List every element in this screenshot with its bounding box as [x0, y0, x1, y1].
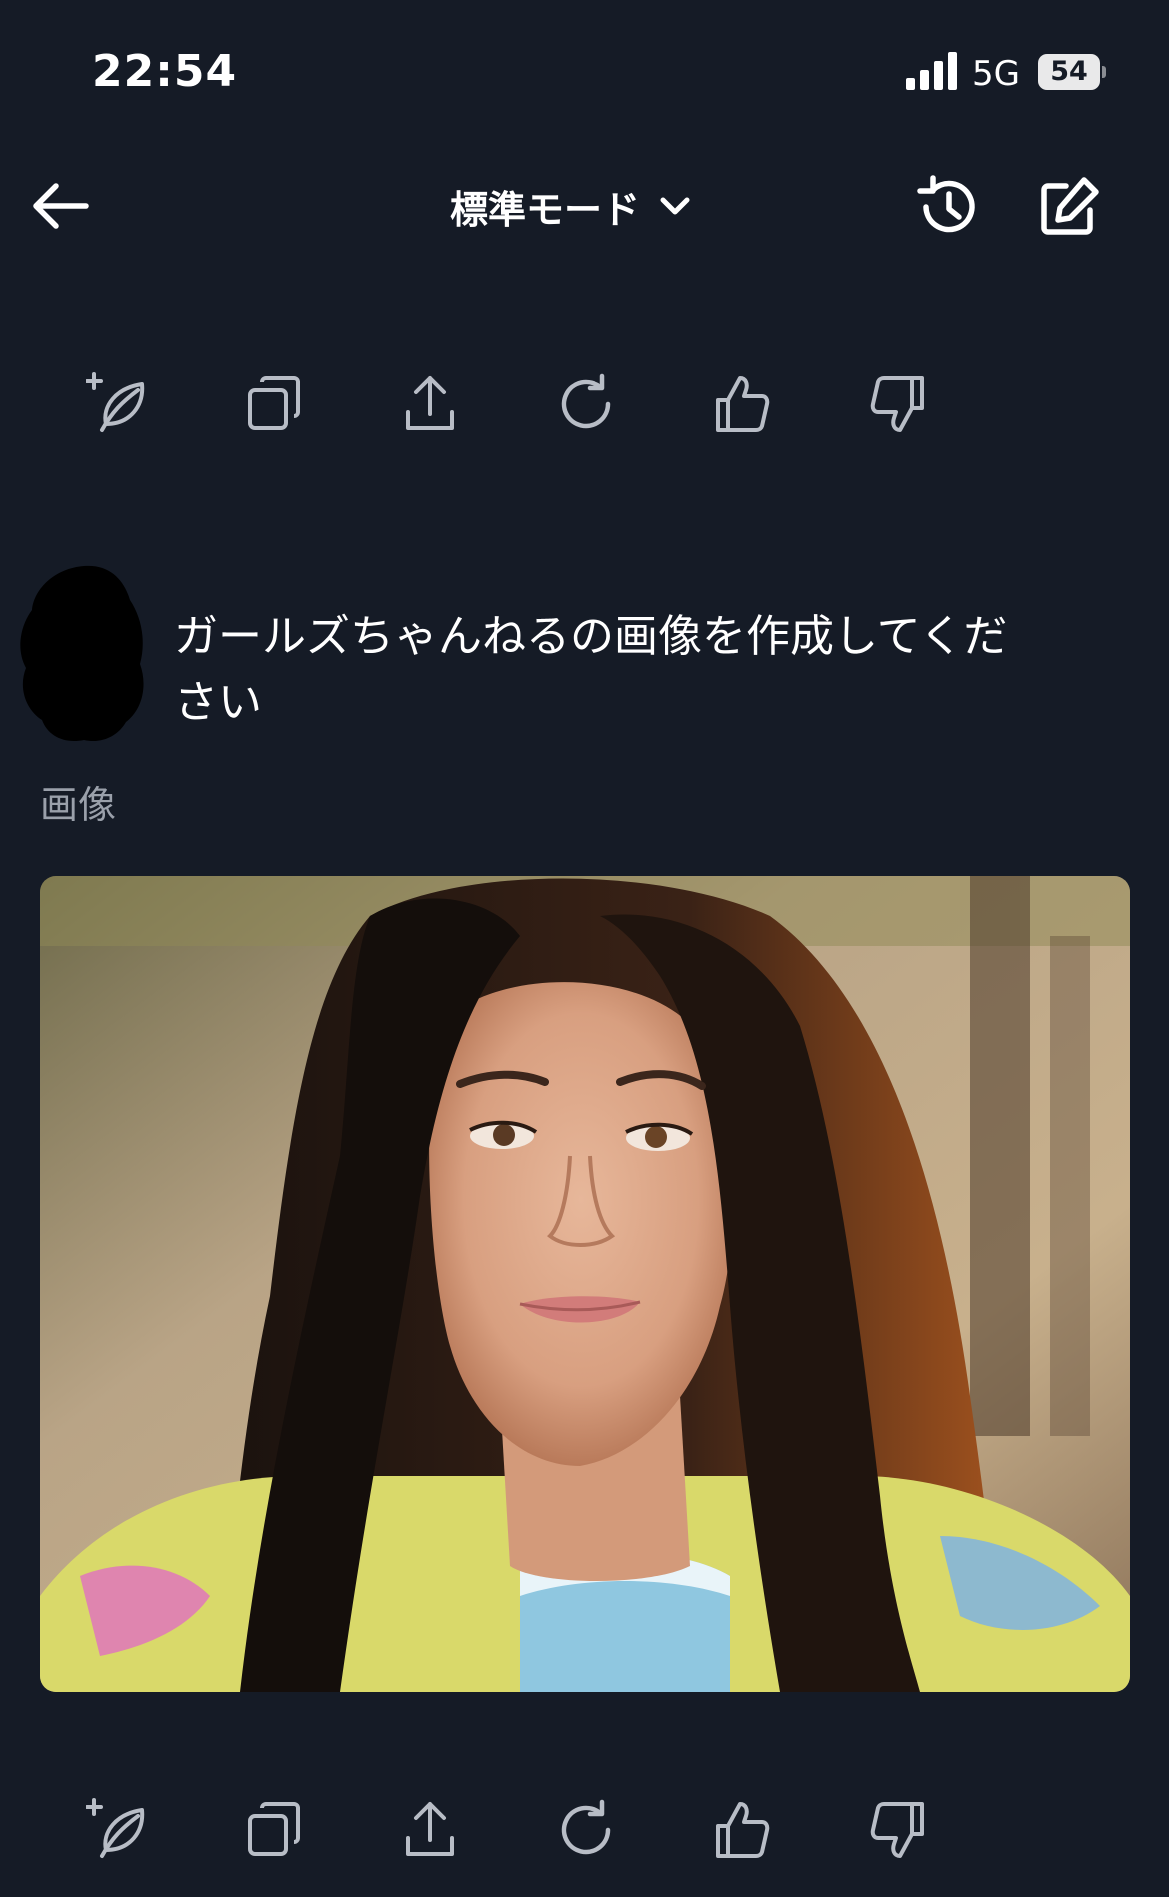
message-actions-bottom — [85, 1798, 946, 1862]
thumbs-down-icon — [870, 376, 924, 432]
battery-icon: 54 — [1038, 54, 1106, 90]
portrait-photo — [40, 876, 1130, 1692]
signal-icon — [906, 52, 957, 90]
response-type-label: 画像 — [40, 783, 117, 827]
regenerate-button[interactable] — [554, 372, 618, 436]
sparkle-leaf-icon — [85, 1798, 145, 1858]
mode-label: 標準モード — [450, 187, 641, 232]
sparkle-leaf-icon — [85, 372, 145, 432]
battery-level: 54 — [1050, 56, 1088, 87]
thumbs-down-button[interactable] — [866, 372, 930, 436]
regenerate-button[interactable] — [554, 1798, 618, 1862]
copy-button[interactable] — [242, 372, 306, 436]
network-type: 5G — [972, 54, 1020, 94]
thumbs-down-button[interactable] — [866, 1798, 930, 1862]
share-button[interactable] — [398, 1798, 462, 1862]
thumbs-up-button[interactable] — [710, 372, 774, 436]
copy-icon — [248, 376, 300, 430]
mode-selector[interactable]: 標準モード — [450, 178, 692, 234]
message-actions-top — [85, 372, 946, 436]
share-icon — [406, 1802, 454, 1856]
thumbs-down-icon — [870, 1802, 924, 1858]
share-button[interactable] — [398, 372, 462, 436]
share-icon — [406, 376, 454, 430]
copy-icon — [248, 1802, 300, 1856]
thumbs-up-button[interactable] — [710, 1798, 774, 1862]
copy-button[interactable] — [242, 1798, 306, 1862]
compose-button[interactable] — [1034, 172, 1104, 242]
sparkle-leaf-button[interactable] — [85, 1798, 150, 1862]
chevron-down-icon — [660, 197, 690, 215]
generated-image[interactable] — [40, 876, 1130, 1692]
thumbs-up-icon — [716, 376, 770, 432]
thumbs-up-icon — [716, 1802, 770, 1858]
regenerate-icon — [561, 1799, 611, 1855]
avatar — [20, 565, 144, 742]
regenerate-icon — [561, 373, 611, 429]
history-button[interactable] — [912, 172, 982, 242]
sparkle-leaf-button[interactable] — [85, 372, 150, 436]
user-message-text: ガールズちゃんねるの画像を作成してください — [174, 611, 1008, 728]
back-button[interactable] — [30, 180, 90, 232]
status-time: 22:54 — [92, 46, 238, 97]
